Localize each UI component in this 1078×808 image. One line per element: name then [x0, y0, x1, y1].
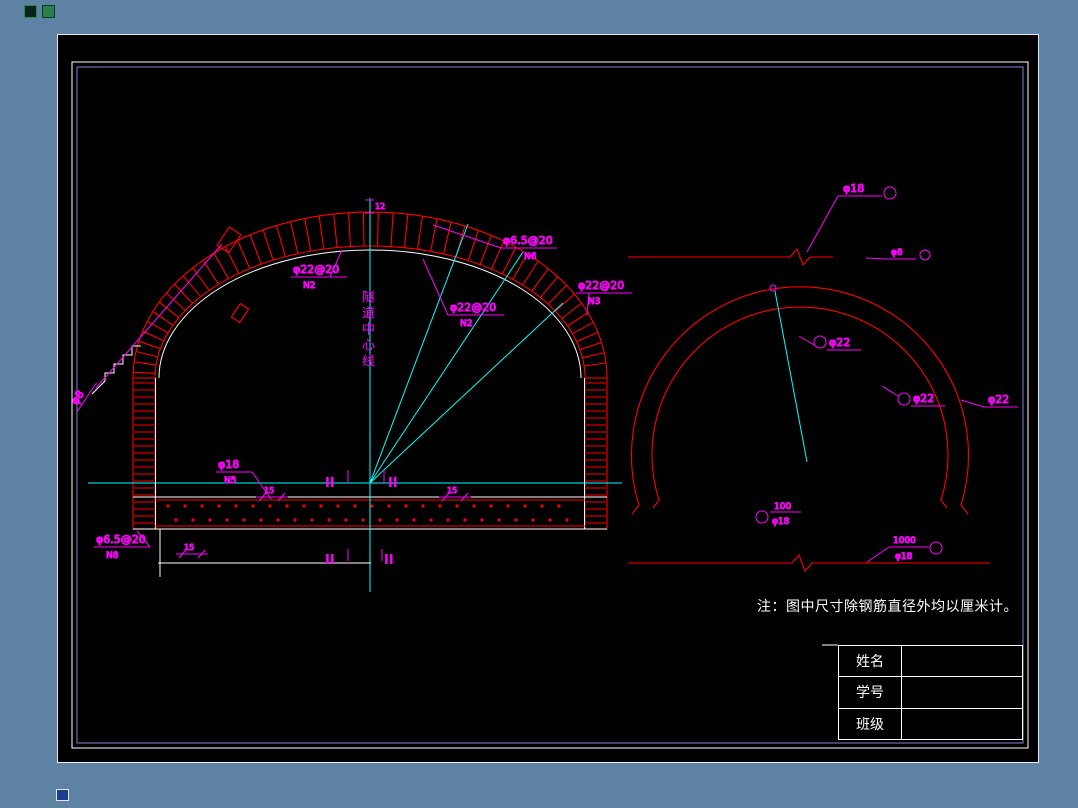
callout-mark: N8	[106, 551, 119, 561]
callout-mark: N2	[460, 319, 472, 329]
callout-label: φ18	[218, 458, 239, 471]
table-row: 姓名	[839, 646, 1022, 678]
section-label: II	[325, 476, 335, 491]
callout-label: φ22@20	[450, 301, 496, 314]
sheet-frame-inner	[76, 66, 1024, 744]
callout-label: φ22	[988, 393, 1009, 406]
callout-elev-arc3: φ22	[960, 393, 1018, 408]
callout-label: φ6.5@20	[503, 234, 553, 247]
detail-marker-2	[230, 302, 250, 324]
top-bar-line	[628, 247, 833, 267]
callout-label: φ8	[68, 388, 87, 407]
elev-inner-arc	[651, 306, 949, 501]
callout-mark: N2	[303, 281, 315, 291]
section-label: II	[384, 553, 394, 568]
dim-diameter: φ18	[895, 552, 913, 562]
bar-mark-circle	[883, 186, 897, 200]
callout-crown-stirrups: φ6.5@20 N6	[432, 224, 557, 263]
dim-crown: 12	[375, 202, 385, 211]
callout-slab-bar: φ18 N5	[216, 458, 272, 500]
detail-circle	[769, 284, 777, 292]
bar-mark-circle	[929, 541, 943, 555]
callout-elev-bottom-dim: 1000 φ18	[866, 536, 943, 563]
slab-rebar-dots	[166, 504, 569, 522]
section-label: II	[388, 476, 398, 491]
section-markers: II II II II	[325, 470, 398, 568]
callout-label: φ8	[891, 248, 903, 258]
callout-mark: N5	[224, 476, 236, 486]
table-row: 班级	[839, 708, 1022, 739]
bar-mark-circle	[919, 249, 931, 261]
centerline-label: 隧道中心线	[359, 290, 374, 370]
dimensions: 12 15 15 15	[176, 199, 471, 559]
table-value-class	[902, 709, 1022, 739]
callout-label: φ22	[913, 392, 934, 405]
callout-arch-bar-left: φ22@20 N2	[291, 249, 347, 292]
callout-footing-stirrups: φ6.5@20 N8	[94, 530, 151, 562]
callout-elev-left-dim: 100 φ18	[755, 502, 801, 528]
table-label-id: 学号	[839, 677, 902, 708]
table-label-name: 姓名	[839, 646, 902, 677]
callout-elev-arc1: φ22	[798, 335, 861, 351]
table-value-name	[902, 646, 1022, 676]
title-block-table: 姓名 学号 班级	[838, 645, 1023, 740]
lining-elevation-drawing: φ18 φ8 φ22 φ22 φ22 100 φ18 1000 φ18	[628, 182, 1018, 573]
radial-line-3	[369, 223, 469, 484]
callout-label: φ22	[829, 336, 850, 349]
callout-label: φ22@20	[293, 263, 339, 276]
elev-radius-line	[774, 290, 808, 463]
callout-label: φ6.5@20	[96, 533, 146, 546]
section-label: II	[325, 553, 335, 568]
callout-mark: N6	[524, 252, 537, 262]
radial-line-1	[369, 302, 564, 484]
dim-length: 1000	[893, 536, 916, 546]
bar-mark-circle	[813, 335, 827, 349]
bottom-bar-line	[628, 553, 990, 573]
bar-mark-circle	[755, 510, 769, 524]
callout-arch-bar-outer: φ22@20 N3	[576, 279, 632, 316]
bar-mark-circle	[897, 392, 911, 406]
callout-label: φ18	[843, 182, 864, 195]
dim-length: 100	[774, 502, 791, 512]
tunnel-section-drawing: φ6.5@20 N6 φ22@20 N2 φ22@20 N2 φ22@20 N3…	[68, 198, 632, 592]
callout-mark: N3	[588, 297, 600, 307]
callout-elev-stirrup: φ8	[865, 248, 931, 261]
callout-elev-top: φ18	[806, 182, 897, 253]
callout-label: φ22@20	[578, 279, 624, 292]
table-value-id	[902, 677, 1022, 707]
dim-diameter: φ18	[772, 517, 790, 527]
drawing-note: 注：图中尺寸除钢筋直径外均以厘米计。	[757, 599, 1018, 615]
table-label-class: 班级	[839, 708, 902, 739]
radial-line-2	[369, 251, 524, 484]
table-row: 学号	[839, 677, 1022, 709]
cad-viewer-page: { "colors": { "background": "#5e82a3", "…	[0, 0, 1078, 808]
